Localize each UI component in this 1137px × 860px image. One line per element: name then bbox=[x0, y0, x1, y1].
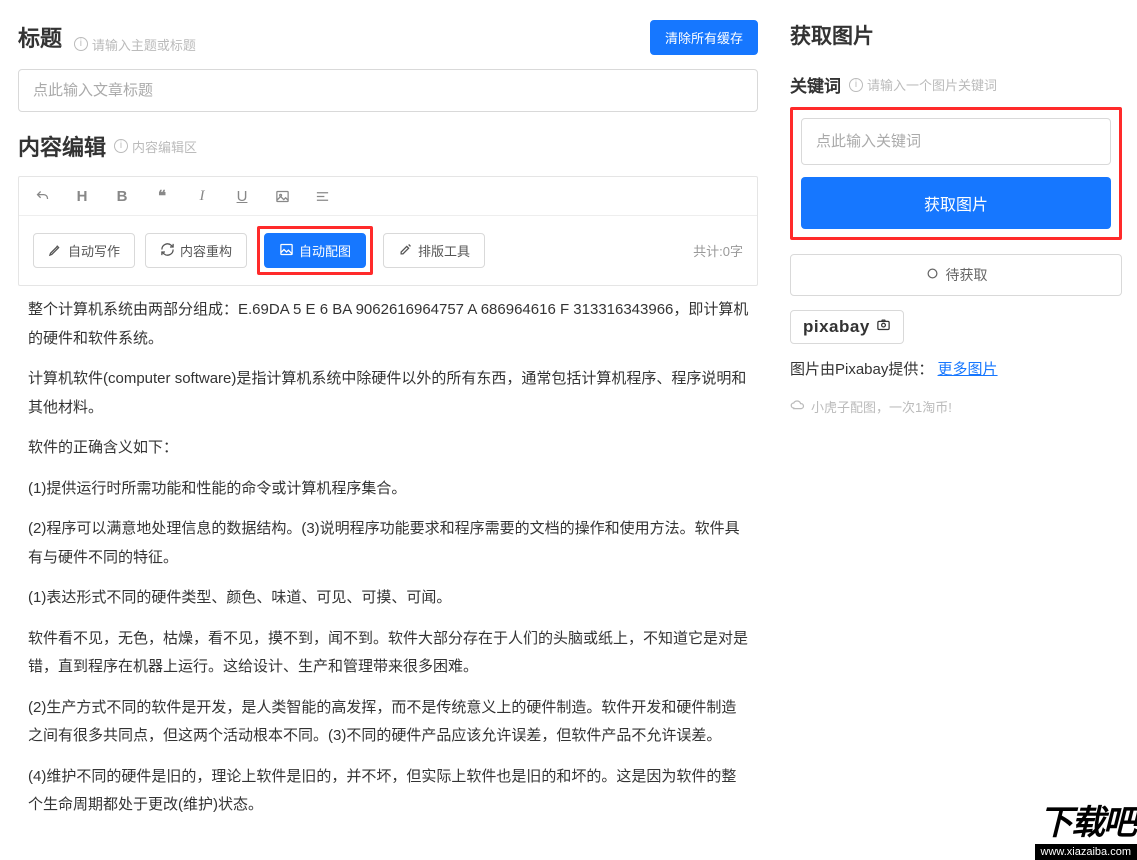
clear-cache-button[interactable]: 清除所有缓存 bbox=[650, 20, 758, 55]
pencil-icon bbox=[48, 242, 63, 260]
content-heading: 内容编辑 bbox=[18, 130, 106, 162]
pending-button[interactable]: 待获取 bbox=[790, 254, 1122, 296]
paragraph: (2)程序可以满意地处理信息的数据结构。(3)说明程序功能要求和程序需要的文档的… bbox=[28, 515, 750, 572]
paragraph: (4)维护不同的硬件是旧的，理论上软件是旧的，并不坏，但实际上软件也是旧的和坏的… bbox=[28, 763, 750, 820]
paragraph: (2)生产方式不同的软件是开发，是人类智能的高发挥，而不是传统意义上的硬件制造。… bbox=[28, 694, 750, 751]
paragraph: 软件看不见，无色，枯燥，看不见，摸不到，闻不到。软件大部分存在于人们的头脑或纸上… bbox=[28, 625, 750, 682]
tools-icon bbox=[398, 242, 413, 260]
action-toolbar: 自动写作 内容重构 自动配图 排版工具 bbox=[19, 216, 757, 285]
restructure-button[interactable]: 内容重构 bbox=[145, 233, 247, 268]
paragraph: (1)提供运行时所需功能和性能的命令或计算机程序集合。 bbox=[28, 475, 750, 504]
heading-icon[interactable]: H bbox=[73, 188, 91, 205]
picture-icon bbox=[279, 242, 294, 260]
cloud-icon bbox=[790, 398, 805, 416]
article-title-input[interactable] bbox=[18, 69, 758, 112]
info-icon: i bbox=[114, 139, 128, 153]
content-area[interactable]: 整个计算机系统由两部分组成：E.69DA 5 E 6 BA 9062616964… bbox=[18, 286, 758, 852]
quote-icon[interactable]: ❝ bbox=[153, 187, 171, 205]
align-icon[interactable] bbox=[313, 189, 331, 204]
sidebar-footer-note: 小虎子配图，一次1淘币! bbox=[790, 397, 1122, 416]
refresh-icon bbox=[160, 242, 175, 260]
title-heading: 标题 bbox=[18, 26, 62, 51]
info-icon: i bbox=[74, 37, 88, 51]
get-image-button[interactable]: 获取图片 bbox=[801, 177, 1111, 229]
bold-icon[interactable]: B bbox=[113, 188, 131, 205]
pixabay-logo: pixabay bbox=[790, 310, 904, 344]
keyword-highlight-box: 获取图片 bbox=[790, 107, 1122, 240]
more-images-link[interactable]: 更多图片 bbox=[938, 361, 998, 378]
info-icon: i bbox=[849, 78, 863, 92]
paragraph: (1)表达形式不同的硬件类型、颜色、味道、可见、可摸、可闻。 bbox=[28, 584, 750, 613]
image-icon[interactable] bbox=[273, 189, 291, 204]
editor-card: H B ❝ I U 自动写作 内容重构 bbox=[18, 176, 758, 286]
keyword-input[interactable] bbox=[801, 118, 1111, 165]
keyword-hint: i 请输入一个图片关键词 bbox=[849, 75, 997, 94]
format-toolbar: H B ❝ I U bbox=[19, 177, 757, 216]
camera-icon bbox=[876, 317, 891, 337]
paragraph: 软件的正确含义如下： bbox=[28, 434, 750, 463]
italic-icon[interactable]: I bbox=[193, 188, 211, 205]
auto-image-highlight: 自动配图 bbox=[257, 226, 373, 275]
auto-image-button[interactable]: 自动配图 bbox=[264, 233, 366, 268]
auto-write-button[interactable]: 自动写作 bbox=[33, 233, 135, 268]
circle-icon bbox=[925, 266, 940, 284]
layout-tools-button[interactable]: 排版工具 bbox=[383, 233, 485, 268]
underline-icon[interactable]: U bbox=[233, 188, 251, 205]
paragraph: 整个计算机系统由两部分组成：E.69DA 5 E 6 BA 9062616964… bbox=[28, 296, 750, 353]
sidebar-title: 获取图片 bbox=[790, 20, 1122, 50]
undo-icon[interactable] bbox=[33, 189, 51, 204]
word-count: 共计:0字 bbox=[693, 241, 743, 260]
keyword-label: 关键词 bbox=[790, 72, 841, 97]
title-hint: i 请输入主题或标题 bbox=[74, 35, 196, 54]
content-hint: i 内容编辑区 bbox=[114, 137, 197, 156]
paragraph: 计算机软件(computer software)是指计算机系统中除硬件以外的所有… bbox=[28, 365, 750, 422]
image-source: 图片由Pixabay提供： 更多图片 bbox=[790, 358, 1122, 379]
